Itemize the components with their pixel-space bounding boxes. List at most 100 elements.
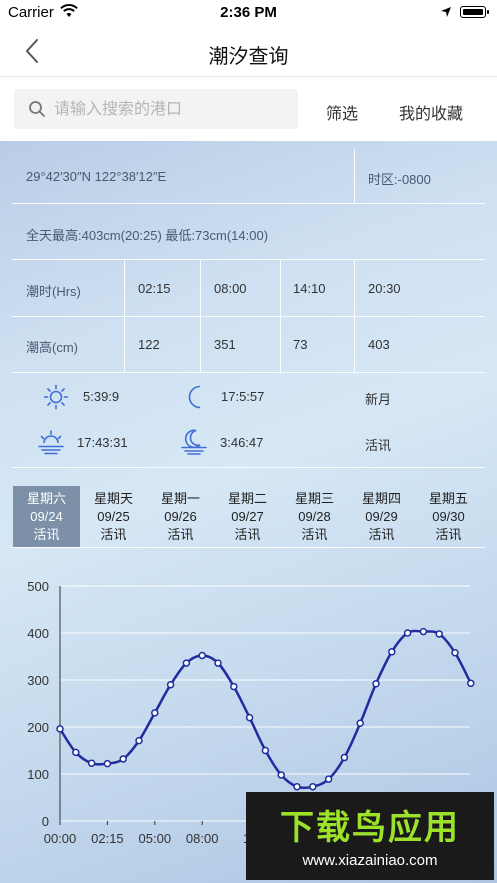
tide-point: [388, 648, 396, 656]
sunrise-icon: [43, 384, 69, 415]
day-tab-0929[interactable]: 星期四 09/29 活讯: [348, 486, 415, 547]
day-weekday: 星期四: [361, 491, 401, 506]
tide-point: [245, 713, 254, 722]
x-tick-label: 05:00: [139, 831, 172, 846]
y-tick-label: 100: [27, 767, 49, 782]
tide-point: [151, 709, 159, 717]
tide-point: [372, 680, 380, 688]
x-tick-label: 00:00: [44, 831, 77, 846]
day-tide-type: 活讯: [368, 527, 395, 542]
day-tide-type: 活讯: [100, 527, 127, 542]
y-tick-label: 0: [42, 814, 49, 829]
tide-height-3: 73: [293, 337, 308, 352]
filter-button[interactable]: 筛选: [326, 100, 358, 124]
divider: [12, 259, 485, 260]
tide-point: [198, 651, 206, 660]
day-weekday: 星期五: [428, 491, 468, 506]
divider: [124, 260, 125, 372]
tide-time-3: 14:10: [293, 281, 326, 296]
day-date: 09/26: [164, 509, 197, 524]
day-weekday: 星期天: [93, 491, 133, 506]
day-date: 09/27: [231, 509, 264, 524]
tide-point: [135, 736, 143, 745]
day-weekday: 星期三: [294, 491, 334, 506]
tide-point: [435, 630, 443, 638]
day-tab-0927[interactable]: 星期二 09/27 活讯: [214, 486, 281, 547]
tide-time-4: 20:30: [368, 281, 401, 296]
tide-point: [356, 719, 364, 727]
y-tick-label: 500: [27, 579, 49, 594]
tide-time-2: 08:00: [214, 281, 247, 296]
sunset-icon: [37, 428, 65, 461]
tide-point: [340, 753, 349, 762]
status-bar: Carrier 2:36 PM: [0, 0, 497, 26]
coordinates: 29°42′30″N 122°38′12″E: [26, 169, 167, 184]
x-tick-label: 08:00: [186, 831, 219, 846]
search-row: 筛选 我的收藏: [0, 77, 497, 141]
day-tide-type: 活讯: [33, 527, 60, 542]
tide-height-1: 122: [138, 337, 160, 352]
navigation-bar: 潮汐查询: [0, 26, 497, 77]
tide-height-2: 351: [214, 337, 236, 352]
tide-point: [119, 755, 127, 763]
day-date: 09/30: [432, 509, 465, 524]
day-date: 09/28: [298, 509, 331, 524]
timezone: 时区:-0800: [368, 172, 431, 187]
day-date: 09/25: [97, 509, 130, 524]
day-tab-0926[interactable]: 星期一 09/26 活讯: [147, 486, 214, 547]
divider: [280, 260, 281, 372]
tide-point: [230, 682, 238, 691]
day-weekday: 星期二: [227, 491, 267, 506]
moonset-time: 3:46:47: [220, 435, 264, 450]
tide-point: [419, 627, 428, 636]
day-tab-0928[interactable]: 星期三 09/28 活讯: [281, 486, 348, 547]
day-tab-0925[interactable]: 星期天 09/25 活讯: [80, 486, 147, 547]
y-tick-label: 200: [27, 720, 49, 735]
day-tab-0924[interactable]: 星期六 09/24 活讯: [13, 486, 80, 547]
tide-point: [56, 725, 64, 733]
tide-point: [293, 782, 301, 791]
tide-point: [261, 746, 270, 755]
daily-summary: 全天最高:403cm(20:25) 最低:73cm(14:00): [26, 228, 269, 243]
moonrise-time: 17:5:57: [221, 389, 265, 404]
watermark-url: www.xiazainiao.com: [302, 852, 438, 869]
y-tick-label: 300: [27, 673, 49, 688]
search-icon: [28, 100, 46, 123]
divider: [12, 203, 485, 204]
day-weekday: 星期六: [26, 491, 66, 506]
day-tide-type: 活讯: [234, 527, 261, 542]
day-date: 09/24: [30, 509, 63, 524]
tide-type: 活讯: [365, 438, 392, 453]
day-tide-type: 活讯: [301, 527, 328, 542]
tide-point: [324, 775, 333, 783]
day-tab-0930[interactable]: 星期五 09/30 活讯: [415, 486, 482, 547]
tide-content: 29°42′30″N 122°38′12″E 时区:-0800 全天最高:403…: [0, 141, 497, 883]
page-title: 潮汐查询: [208, 46, 289, 68]
tide-height-4: 403: [368, 337, 390, 352]
favorites-button[interactable]: 我的收藏: [399, 100, 463, 124]
sunset-time: 17:43:31: [77, 435, 128, 450]
moonset-icon: [180, 428, 208, 461]
search-box[interactable]: [14, 89, 298, 131]
day-tide-type: 活讯: [435, 527, 462, 542]
tide-point: [166, 680, 175, 689]
moonrise-icon: [184, 384, 210, 415]
search-input[interactable]: [52, 89, 296, 131]
divider: [12, 372, 485, 373]
tide-point: [182, 659, 191, 667]
day-date: 09/29: [365, 509, 398, 524]
tide-point: [467, 679, 475, 688]
tide-point: [103, 759, 112, 768]
tide-point: [72, 748, 80, 757]
divider: [200, 260, 201, 372]
tide-point: [214, 659, 222, 667]
status-time: 2:36 PM: [220, 4, 277, 21]
divider: [354, 149, 355, 203]
watermark-title: 下载鸟应用: [280, 809, 460, 847]
location-arrow-icon: [440, 5, 452, 22]
divider: [12, 547, 485, 548]
tide-point: [87, 759, 96, 767]
tide-point: [277, 771, 285, 779]
tide-time-header: 潮时(Hrs): [26, 284, 81, 299]
tide-time-1: 02:15: [138, 281, 171, 296]
